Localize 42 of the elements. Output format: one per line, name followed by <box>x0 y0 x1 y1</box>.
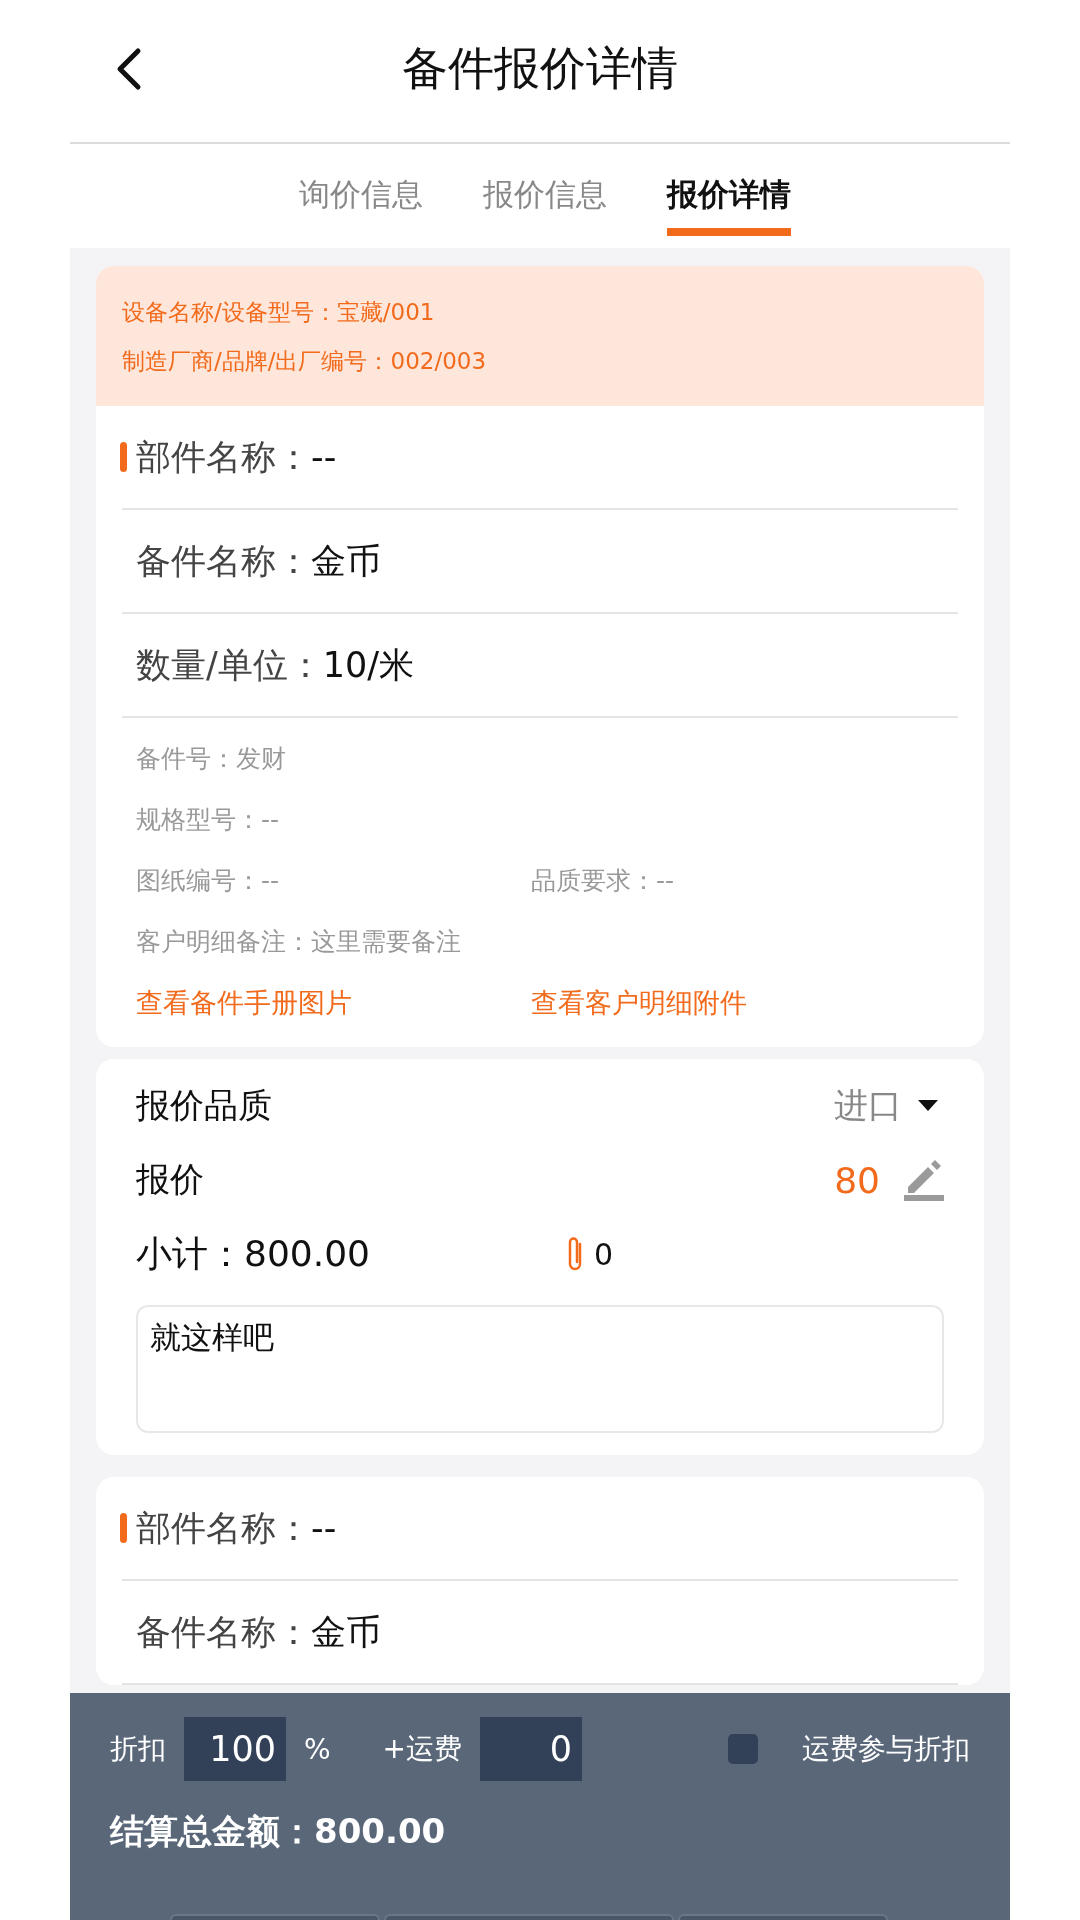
percent-sign: % <box>304 1732 331 1766</box>
field-label: 折扣 <box>110 1731 166 1767</box>
discount-field[interactable]: 100 <box>184 1717 286 1781</box>
field-label: 备件名称： <box>136 539 311 583</box>
detail-text: 规格型号：-- <box>136 804 281 836</box>
link[interactable]: 查看备件手册图片 <box>136 984 531 1021</box>
remark-field[interactable]: 就这样吧 <box>136 1305 944 1433</box>
field-value: -- <box>311 1508 337 1548</box>
field-label: 部件名称： <box>136 1506 311 1550</box>
field-label: 报价品质 <box>136 1084 272 1127</box>
device-info: 设备名称/设备型号：宝藏/001 <box>122 298 436 327</box>
tab[interactable]: 询价信息 <box>299 174 423 236</box>
detail-text: 客户明细备注：这里需要备注 <box>136 926 462 958</box>
detail-text: 备件号：发财 <box>136 743 287 775</box>
freight-field[interactable]: 0 <box>480 1717 583 1781</box>
accent-bar <box>120 442 127 472</box>
field-value: 金币 <box>311 1610 381 1654</box>
attachment-count: 0 <box>594 1236 614 1272</box>
field-label: 数量/单位： <box>136 643 323 687</box>
field-label: 备件名称： <box>136 1610 311 1654</box>
quality-dropdown[interactable]: 进口 <box>834 1083 944 1129</box>
edit-icon[interactable] <box>904 1159 944 1201</box>
total-amount: 结算总金额：800.00 <box>110 1810 447 1853</box>
checkbox[interactable] <box>728 1734 758 1764</box>
field-value: 金币 <box>311 539 381 583</box>
field-label: +运费 <box>382 1731 463 1767</box>
tab[interactable]: 报价详情 <box>667 174 791 236</box>
tab[interactable]: 报价信息 <box>483 174 607 236</box>
checkbox-label: 运费参与折扣 <box>802 1731 970 1767</box>
field-value: -- <box>311 437 337 477</box>
page-title: 备件报价详情 <box>402 40 678 97</box>
field-label: 报价 <box>136 1158 204 1201</box>
accent-bar <box>120 1513 127 1543</box>
detail-text: 图纸编号：-- <box>136 865 281 897</box>
device-info: 制造厂商/品牌/出厂编号：002/003 <box>122 347 488 376</box>
field-value: 10/米 <box>322 643 415 687</box>
subtotal: 小计：800.00 <box>136 1231 371 1276</box>
field-label: 部件名称： <box>136 435 311 479</box>
detail-text: 品质要求：-- <box>531 865 676 897</box>
link[interactable]: 查看客户明细附件 <box>531 984 926 1021</box>
caret-icon <box>918 1100 938 1112</box>
price-value: 80 <box>834 1159 880 1201</box>
